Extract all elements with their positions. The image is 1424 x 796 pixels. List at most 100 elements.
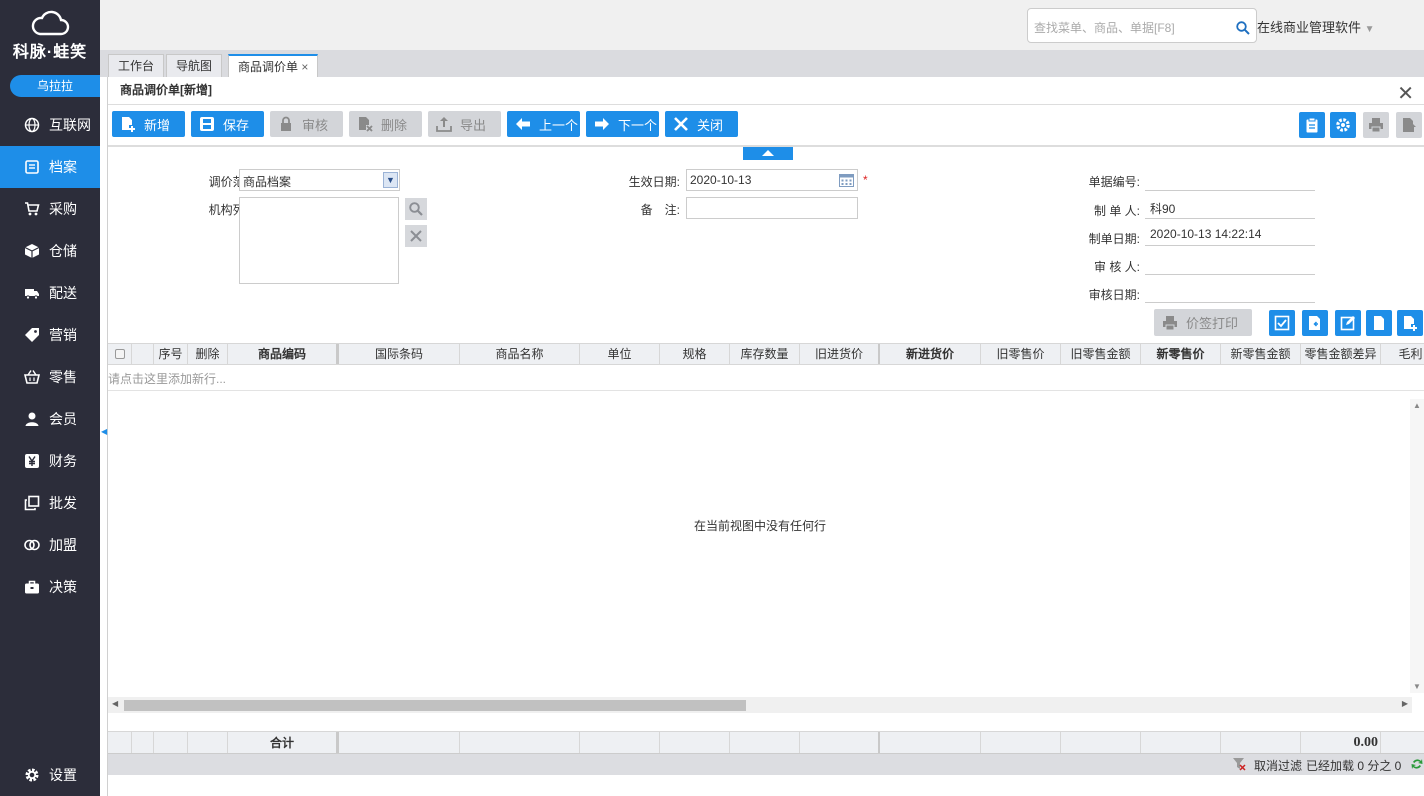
col-stock-qty[interactable]: 库存数量 (730, 344, 800, 364)
sidebar-item-label: 会员 (49, 411, 77, 427)
search-input[interactable]: 查找菜单、商品、单据[F8] (1027, 8, 1257, 43)
price-tag-print-button[interactable]: 价签打印 (1154, 309, 1252, 336)
new-button-label: 新增 (144, 117, 171, 133)
remark-label: 备 注: (640, 203, 680, 217)
col-old-retail-amount[interactable]: 旧零售金额 (1061, 344, 1141, 364)
col-old-purchase-price[interactable]: 旧进货价 (800, 344, 880, 364)
scroll-thumb[interactable] (124, 700, 746, 711)
sidebar-item-delivery[interactable]: 配送 (0, 272, 100, 314)
export-button-label: 导出 (460, 117, 487, 133)
sidebar-item-archive[interactable]: 档案 (0, 146, 100, 188)
col-unit[interactable]: 单位 (580, 344, 660, 364)
price-tag-print-label: 价签打印 (1186, 316, 1239, 331)
user-badge[interactable]: 乌拉拉 (10, 75, 100, 97)
check-all-button[interactable] (1269, 310, 1295, 336)
col-delete[interactable]: 删除 (188, 344, 228, 364)
scroll-right-icon[interactable]: ▶ (1402, 699, 1408, 708)
sidebar-item-decision[interactable]: 决策 (0, 566, 100, 608)
save-button-label: 保存 (223, 117, 250, 133)
brand-menu[interactable]: 在线商业管理软件 ▼ (1257, 17, 1375, 36)
next-button[interactable]: 下一个 (586, 111, 659, 137)
scroll-up-icon[interactable]: ▲ (1410, 401, 1424, 410)
scroll-left-icon[interactable]: ◀ (112, 699, 118, 708)
save-button[interactable]: 保存 (191, 111, 264, 137)
cancel-filter-link[interactable]: 取消过滤 (1254, 757, 1302, 774)
import-button[interactable] (1302, 310, 1328, 336)
sidebar-item-settings[interactable]: 设置 (0, 754, 100, 796)
vertical-scrollbar[interactable]: ▲ ▼ (1410, 399, 1424, 693)
sidebar-item-franchise[interactable]: 加盟 (0, 524, 100, 566)
tab-price-adjust[interactable]: 商品调价单 × (228, 54, 319, 77)
add-row-hint[interactable]: 请点击这里添加新行... (108, 367, 1424, 391)
copy-icon (23, 494, 41, 512)
scroll-down-icon[interactable]: ▼ (1410, 682, 1424, 691)
refresh-icon[interactable] (1410, 757, 1424, 774)
col-spec[interactable]: 规格 (660, 344, 730, 364)
col-product-code[interactable]: 商品编码 (228, 344, 339, 364)
delete-button[interactable]: 删除 (349, 111, 422, 137)
doc-number-field (1145, 169, 1315, 191)
org-search-button[interactable] (405, 198, 427, 220)
required-mark: * (863, 173, 868, 187)
select-all-checkbox[interactable] (108, 344, 132, 364)
collapse-form-button[interactable] (743, 147, 793, 160)
close-icon[interactable]: ✕ (1397, 81, 1414, 106)
close-button[interactable]: 关闭 (665, 111, 738, 137)
col-barcode[interactable]: 国际条码 (339, 344, 460, 364)
horizontal-scrollbar[interactable]: ◀ ▶ (108, 697, 1412, 713)
tab-workbench[interactable]: 工作台 (108, 54, 165, 77)
calendar-icon[interactable] (839, 173, 854, 187)
col-index[interactable]: 序号 (154, 344, 188, 364)
sidebar-item-label: 营销 (49, 327, 77, 343)
col-new-retail-amount[interactable]: 新零售金额 (1221, 344, 1301, 364)
sidebar-toggle-icon[interactable]: ◀ (101, 427, 107, 437)
sidebar-item-purchase[interactable]: 采购 (0, 188, 100, 230)
next-button-label: 下一个 (618, 117, 658, 133)
maker-label: 制 单 人: (1093, 204, 1140, 218)
delete-doc-icon (357, 116, 373, 132)
col-new-retail-price[interactable]: 新零售价 (1141, 344, 1221, 364)
audit-button[interactable]: 审核 (270, 111, 343, 137)
remark-input[interactable] (686, 197, 858, 219)
sidebar-item-retail[interactable]: 零售 (0, 356, 100, 398)
effective-date-field[interactable]: 2020-10-13 (686, 169, 858, 191)
prev-button[interactable]: 上一个 (507, 111, 580, 137)
settings-button[interactable] (1330, 112, 1356, 138)
sidebar-item-wholesale[interactable]: 批发 (0, 482, 100, 524)
tab-label: 商品调价单 (238, 60, 299, 74)
document-button[interactable] (1366, 310, 1392, 336)
upload-file-button[interactable] (1396, 112, 1422, 138)
org-clear-button[interactable] (405, 225, 427, 247)
sidebar-item-member[interactable]: 会员 (0, 398, 100, 440)
col-old-retail-price[interactable]: 旧零售价 (981, 344, 1061, 364)
make-date-label: 制单日期: (1088, 232, 1140, 246)
col-gross-profit[interactable]: 毛利 (1381, 344, 1424, 364)
tab-close-icon[interactable]: × (301, 60, 308, 74)
scope-select[interactable]: 商品档案 ▼ (239, 169, 400, 191)
add-row-button[interactable] (1397, 310, 1423, 336)
new-button[interactable]: 新增 (112, 111, 185, 137)
edit-button[interactable] (1335, 310, 1361, 336)
col-product-name[interactable]: 商品名称 (460, 344, 580, 364)
clipboard-button[interactable] (1299, 112, 1325, 138)
sidebar-item-internet[interactable]: 互联网 (0, 104, 100, 146)
filter-icon (1232, 757, 1246, 774)
sidebar-item-storage[interactable]: 仓储 (0, 230, 100, 272)
col-retail-amount-diff[interactable]: 零售金额差异 (1301, 344, 1381, 364)
col-new-purchase-price[interactable]: 新进货价 (880, 344, 981, 364)
org-list-box[interactable] (239, 197, 399, 284)
sidebar-item-finance[interactable]: 财务 (0, 440, 100, 482)
doc-number-label: 单据编号: (1088, 175, 1140, 189)
audit-date-field (1145, 281, 1315, 303)
search-icon (409, 202, 423, 216)
x-icon (673, 116, 689, 132)
sidebar-item-marketing[interactable]: 营销 (0, 314, 100, 356)
lock-icon (278, 116, 294, 132)
export-button[interactable]: 导出 (428, 111, 501, 137)
total-value: 0.00 (1301, 732, 1381, 753)
print-button[interactable] (1363, 112, 1389, 138)
effective-date-value: 2020-10-13 (690, 173, 752, 187)
search-icon[interactable] (1236, 21, 1250, 35)
tab-navigation[interactable]: 导航图 (166, 54, 223, 77)
user-icon (23, 410, 41, 428)
